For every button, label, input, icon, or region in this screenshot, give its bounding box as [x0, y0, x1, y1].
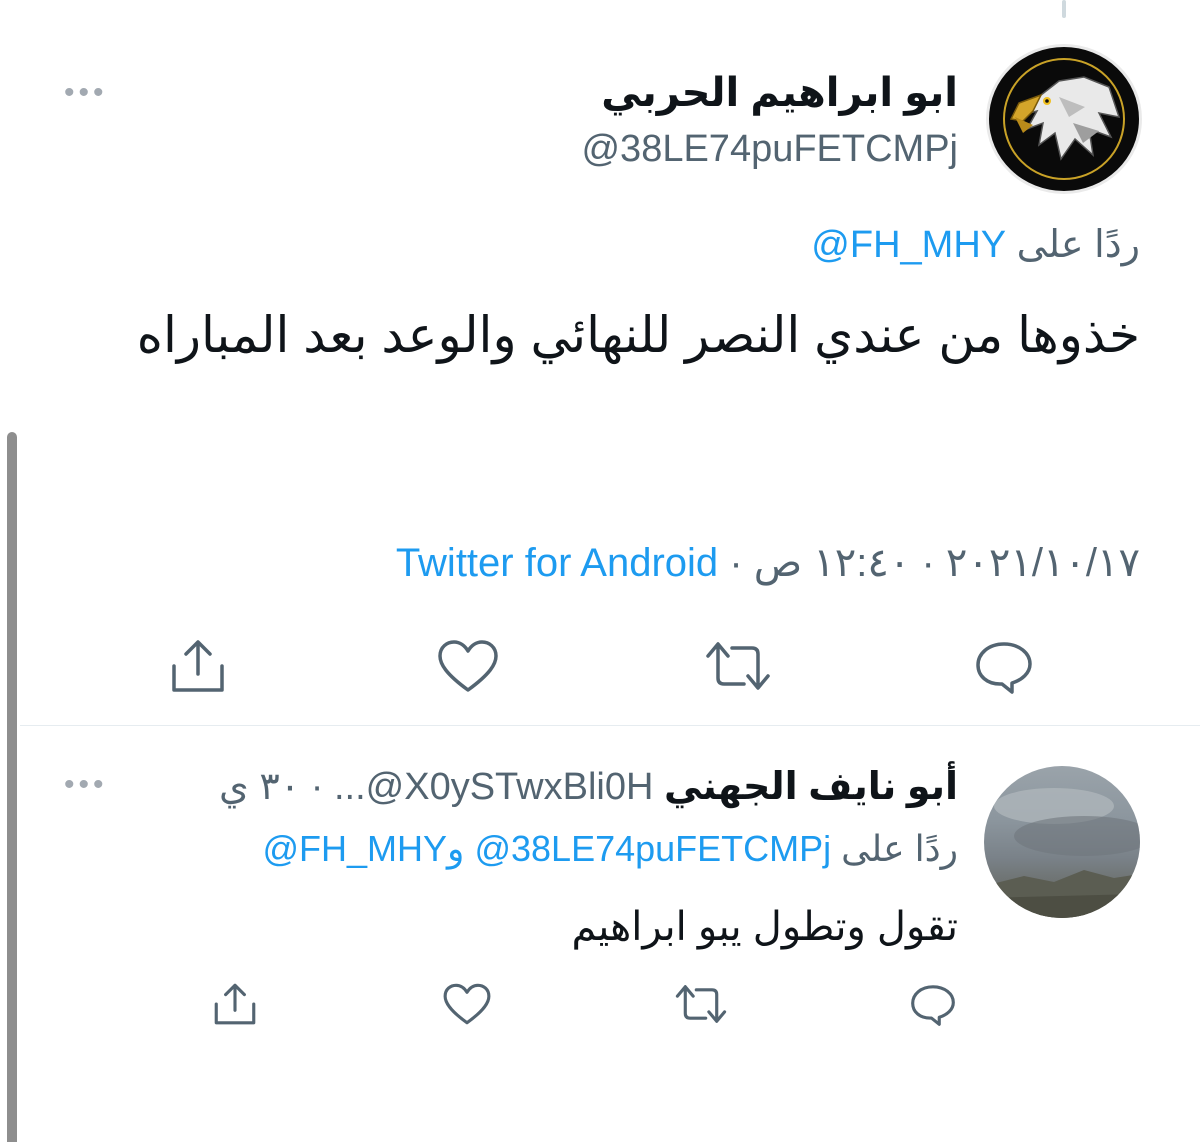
reply-author-avatar[interactable] [984, 766, 1140, 918]
share-icon [172, 640, 224, 692]
reply-header: أبو نايف الجهني ...@X0ySTwxBli0H · ٣٠ ي [219, 764, 958, 809]
like-icon [438, 640, 498, 692]
reply-icon [976, 642, 1032, 694]
author-handle[interactable]: @38LE74puFETCMPj [581, 128, 958, 171]
meta-separator: · [921, 541, 935, 585]
replying-to-link[interactable]: @FH_MHY [811, 224, 1006, 266]
eagle-icon [1003, 58, 1125, 180]
scrollbar[interactable] [7, 432, 17, 1142]
reply-time: ٣٠ ي [219, 766, 301, 808]
reply-like-button[interactable] [442, 982, 492, 1031]
retweet-button[interactable] [704, 638, 772, 699]
reply-text: تقول وتطول يبو ابراهيم [571, 905, 958, 949]
reply-author-name[interactable]: أبو نايف الجهني [664, 766, 958, 808]
reply-replying-prefix: ردًا على [841, 828, 958, 869]
meta-separator: · [729, 541, 743, 585]
retweet-icon [706, 642, 770, 690]
reply-replying-conjunction: و [447, 828, 465, 869]
tweet-source-link[interactable]: Twitter for Android [396, 541, 718, 585]
like-icon [443, 983, 491, 1025]
tweet-date: ٢٠٢١/١٠/١٧ [945, 541, 1140, 585]
reply-reply-button[interactable] [908, 982, 958, 1031]
tweet-metadata: ٢٠٢١/١٠/١٧ · ١٢:٤٠ ص · Twitter for Andro… [396, 540, 1140, 586]
reply-icon [911, 985, 955, 1026]
share-button[interactable] [166, 636, 230, 701]
reply-button[interactable] [972, 638, 1036, 699]
more-options-icon[interactable]: ••• [64, 78, 108, 108]
landscape-photo-icon [984, 788, 1140, 918]
reply-replying-link-1[interactable]: @38LE74puFETCMPj [474, 828, 831, 869]
reply-replying-to-line: ردًا على @38LE74puFETCMPj و@FH_MHY [262, 828, 958, 870]
tweet-divider [20, 725, 1200, 726]
retweet-icon [675, 985, 727, 1023]
replying-prefix: ردًا على [1016, 224, 1140, 266]
author-name[interactable]: ابو ابراهيم الحربي [601, 70, 958, 116]
share-icon [214, 983, 256, 1025]
tweet-time: ١٢:٤٠ ص [753, 541, 911, 585]
like-button[interactable] [436, 638, 500, 699]
reply-author-handle[interactable]: ...@X0ySTwxBli0H [334, 766, 653, 808]
reply-more-options-icon[interactable]: ••• [64, 770, 108, 800]
reply-meta-separator: · [310, 766, 324, 808]
reply-retweet-button[interactable] [674, 982, 728, 1031]
thread-connector-line [1062, 0, 1066, 18]
tweet-text: خذوها من عندي النصر للنهائي والوعد بعد ا… [136, 307, 1140, 363]
replying-to-line: ردًا على @FH_MHY [811, 222, 1140, 267]
reply-share-button[interactable] [210, 980, 260, 1033]
reply-replying-link-2[interactable]: @FH_MHY [262, 828, 447, 869]
author-avatar[interactable] [986, 44, 1142, 194]
